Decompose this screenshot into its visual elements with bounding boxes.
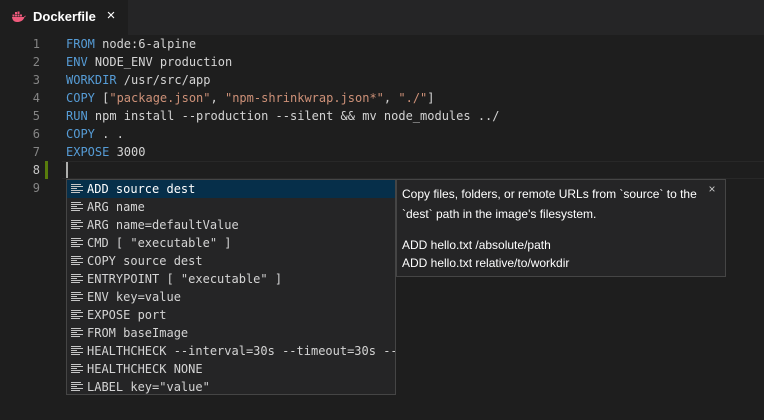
snippet-icon	[71, 382, 83, 392]
keyword: WORKDIR	[66, 73, 117, 87]
suggest-item[interactable]: ARG name=defaultValue	[67, 216, 395, 234]
suggest-item-label: ADD source dest	[87, 182, 196, 196]
details-example: ADD hello.txt /absolute/path	[402, 238, 551, 252]
suggest-item[interactable]: LABEL key="value"	[67, 378, 395, 394]
tab-bar: Dockerfile ×	[0, 0, 764, 35]
snippet-icon	[71, 256, 83, 266]
suggest-widget: ADD source dest ARG name ARG name=defaultV…	[66, 179, 396, 395]
line-number: 2	[32, 55, 40, 69]
suggest-details: Copy files, folders, or remote URLs from…	[396, 179, 726, 277]
line-number: 3	[32, 73, 40, 87]
snippet-icon	[71, 202, 83, 212]
suggest-item-label: FROM baseImage	[87, 326, 189, 340]
snippet-icon	[71, 274, 83, 284]
line-code[interactable]: COPY . .	[66, 125, 124, 143]
tab-dockerfile[interactable]: Dockerfile ×	[0, 0, 128, 35]
git-added-marker	[45, 161, 48, 179]
suggest-item[interactable]: CMD [ "executable" ]	[67, 234, 395, 252]
snippet-icon	[71, 184, 83, 194]
text-cursor	[66, 162, 68, 178]
keyword: RUN	[66, 109, 88, 123]
current-line-highlight	[62, 161, 764, 179]
code-text: /usr/src/app	[116, 73, 211, 87]
code-text: ]	[427, 91, 435, 105]
code-text: ,	[383, 91, 399, 105]
line-number: 6	[32, 127, 40, 141]
line-code[interactable]: COPY ["package.json", "npm-shrinkwrap.js…	[66, 89, 435, 107]
current-line: 8	[0, 161, 764, 179]
keyword: ENV	[66, 55, 88, 69]
line-number: 1	[32, 37, 40, 51]
suggest-item[interactable]: ARG name	[67, 198, 395, 216]
line-code[interactable]: RUN npm install --production --silent &&…	[66, 107, 500, 125]
suggest-item-label: HEALTHCHECK NONE	[87, 362, 203, 376]
line-code[interactable]: EXPOSE 3000	[66, 143, 145, 161]
suggest-item[interactable]: ENTRYPOINT [ "executable" ]	[67, 270, 395, 288]
string-literal: "package.json"	[109, 91, 211, 105]
suggest-item[interactable]: HEALTHCHECK NONE	[67, 360, 395, 378]
suggest-item-label: EXPOSE port	[87, 308, 167, 322]
snippet-icon	[71, 292, 83, 302]
line-number: 9	[32, 181, 40, 195]
code-line: 5 RUN npm install --production --silent …	[0, 107, 764, 125]
code-line: 1 FROM node:6-alpine	[0, 35, 764, 53]
code-line: 3 WORKDIR /usr/src/app	[0, 71, 764, 89]
code-text: node:6-alpine	[94, 37, 197, 51]
code-text: . .	[94, 127, 124, 141]
line-number: 8	[32, 163, 40, 177]
line-code[interactable]: WORKDIR /usr/src/app	[66, 71, 211, 89]
suggest-item[interactable]: COPY source dest	[67, 252, 395, 270]
suggest-item[interactable]: EXPOSE port	[67, 306, 395, 324]
code-text: NODE_ENV production	[87, 55, 233, 69]
snippet-icon	[71, 220, 83, 230]
code-line: 7 EXPOSE 3000	[0, 143, 764, 161]
code-text: [	[94, 91, 110, 105]
snippet-icon	[71, 328, 83, 338]
suggest-item-label: CMD [ "executable" ]	[87, 236, 232, 250]
suggest-item-label: ENTRYPOINT [ "executable" ]	[87, 272, 283, 286]
keyword: FROM	[66, 37, 95, 51]
details-close-icon[interactable]: ×	[705, 182, 719, 196]
suggest-item[interactable]: HEALTHCHECK --interval=30s --timeout=30s…	[67, 342, 395, 360]
line-code[interactable]: FROM node:6-alpine	[66, 35, 196, 53]
suggest-item-label: COPY source dest	[87, 254, 203, 268]
tab-close-icon[interactable]: ×	[102, 6, 120, 26]
string-literal: "npm-shrinkwrap.json*"	[224, 91, 384, 105]
line-code[interactable]: ENV NODE_ENV production	[66, 53, 232, 71]
tab-title: Dockerfile	[33, 9, 96, 24]
suggest-item[interactable]: FROM baseImage	[67, 324, 395, 342]
code-text: npm install --production --silent && mv …	[87, 109, 500, 123]
suggest-item-label: HEALTHCHECK --interval=30s --timeout=30s…	[87, 344, 396, 358]
code-text: ,	[210, 91, 225, 105]
code-line: 4 COPY ["package.json", "npm-shrinkwrap.…	[0, 89, 764, 107]
line-number: 4	[32, 91, 40, 105]
suggest-item[interactable]: ADD source dest	[67, 180, 395, 198]
suggest-item-label: ENV key=value	[87, 290, 181, 304]
line-number: 5	[32, 109, 40, 123]
keyword: EXPOSE	[66, 145, 110, 159]
keyword: COPY	[66, 127, 95, 141]
details-description: Copy files, folders, or remote URLs from…	[402, 187, 697, 221]
snippet-icon	[71, 238, 83, 248]
snippet-icon	[71, 346, 83, 356]
code-line: 2 ENV NODE_ENV production	[0, 53, 764, 71]
code-text: 3000	[109, 145, 146, 159]
code-line: 6 COPY . .	[0, 125, 764, 143]
snippet-icon	[71, 310, 83, 320]
line-number: 7	[32, 145, 40, 159]
suggest-item-label: ARG name	[87, 200, 145, 214]
details-example: ADD hello.txt relative/to/workdir	[402, 256, 570, 270]
keyword: COPY	[66, 91, 95, 105]
suggest-item-label: ARG name=defaultValue	[87, 218, 239, 232]
docker-whale-icon	[12, 11, 26, 22]
suggest-item-label: LABEL key="value"	[87, 380, 210, 394]
snippet-icon	[71, 364, 83, 374]
suggest-item[interactable]: ENV key=value	[67, 288, 395, 306]
string-literal: "./"	[398, 91, 428, 105]
